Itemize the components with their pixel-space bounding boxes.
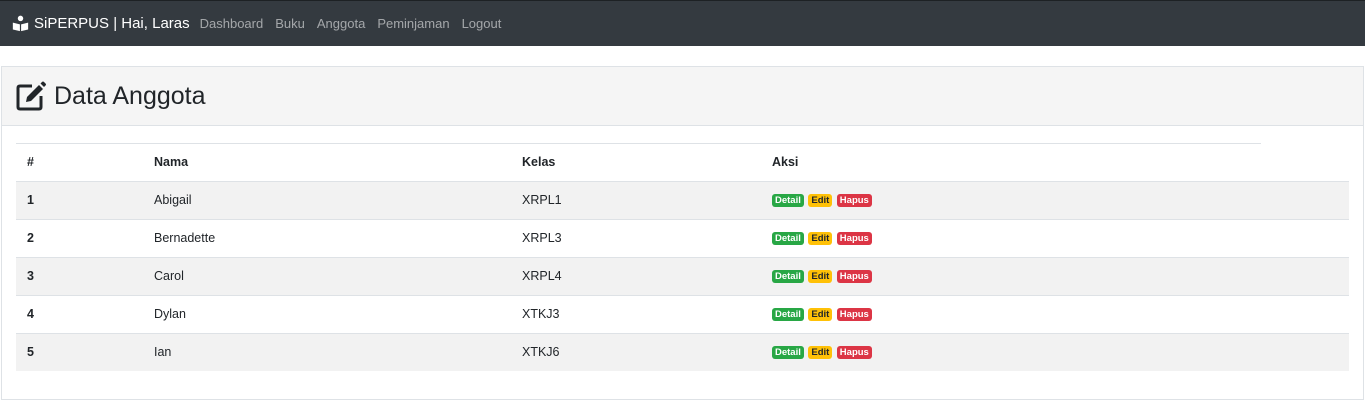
table-row: 3 Carol XRPL4 Detail Edit Hapus bbox=[16, 256, 1349, 295]
hapus-button[interactable]: Hapus bbox=[836, 346, 872, 360]
row-nama: Abigail bbox=[143, 180, 511, 219]
row-kelas: XRPL3 bbox=[511, 218, 761, 257]
row-kelas: XRPL4 bbox=[511, 256, 761, 295]
table-row: 2 Bernadette XRPL3 Detail Edit Hapus bbox=[16, 218, 1349, 257]
edit-button[interactable]: Edit bbox=[808, 346, 833, 360]
hapus-button[interactable]: Hapus bbox=[836, 194, 872, 208]
edit-button[interactable]: Edit bbox=[808, 232, 833, 246]
row-number: 3 bbox=[16, 256, 143, 295]
row-number: 1 bbox=[16, 180, 143, 219]
detail-button[interactable]: Detail bbox=[772, 308, 804, 322]
header-no: # bbox=[16, 143, 143, 182]
card-header: Data Anggota bbox=[2, 67, 1363, 126]
reader-icon bbox=[12, 15, 29, 32]
row-kelas: XTKJ6 bbox=[511, 332, 761, 371]
row-number: 2 bbox=[16, 218, 143, 257]
row-actions: Detail Edit Hapus bbox=[761, 180, 1349, 219]
detail-button[interactable]: Detail bbox=[772, 194, 804, 208]
header-kelas: Kelas bbox=[511, 143, 761, 182]
hapus-button[interactable]: Hapus bbox=[836, 232, 872, 246]
row-kelas: XRPL1 bbox=[511, 180, 761, 219]
anggota-card: Data Anggota # Nama Kelas Aksi 1 Abigail… bbox=[1, 66, 1364, 400]
table-row: 5 Ian XTKJ6 Detail Edit Hapus bbox=[16, 332, 1349, 371]
nav-anggota[interactable]: Anggota bbox=[317, 16, 365, 31]
edit-button[interactable]: Edit bbox=[808, 270, 833, 284]
row-actions: Detail Edit Hapus bbox=[761, 332, 1349, 371]
row-number: 4 bbox=[16, 294, 143, 333]
detail-button[interactable]: Detail bbox=[772, 346, 804, 360]
nav-dashboard[interactable]: Dashboard bbox=[200, 16, 264, 31]
header-nama: Nama bbox=[143, 143, 511, 182]
edit-icon bbox=[16, 81, 46, 111]
detail-button[interactable]: Detail bbox=[772, 270, 804, 284]
edit-button[interactable]: Edit bbox=[808, 194, 833, 208]
anggota-table: # Nama Kelas Aksi 1 Abigail XRPL1 Detail… bbox=[16, 143, 1349, 371]
navbar: SiPERPUS | Hai, Laras Dashboard Buku Ang… bbox=[0, 0, 1365, 46]
row-nama: Ian bbox=[143, 332, 511, 371]
row-nama: Bernadette bbox=[143, 218, 511, 257]
brand-text: SiPERPUS | Hai, Laras bbox=[34, 15, 190, 32]
row-nama: Carol bbox=[143, 256, 511, 295]
nav-logout[interactable]: Logout bbox=[462, 16, 502, 31]
header-aksi: Aksi bbox=[761, 143, 1349, 182]
hapus-button[interactable]: Hapus bbox=[836, 270, 872, 284]
page-title: Data Anggota bbox=[54, 81, 206, 110]
table-row: 1 Abigail XRPL1 Detail Edit Hapus bbox=[16, 180, 1349, 219]
edit-button[interactable]: Edit bbox=[808, 308, 833, 322]
table-row: 4 Dylan XTKJ3 Detail Edit Hapus bbox=[16, 294, 1349, 333]
row-number: 5 bbox=[16, 332, 143, 371]
nav-buku[interactable]: Buku bbox=[275, 16, 305, 31]
row-nama: Dylan bbox=[143, 294, 511, 333]
table-header-row: # Nama Kelas Aksi bbox=[16, 143, 1349, 182]
nav-peminjaman[interactable]: Peminjaman bbox=[377, 16, 449, 31]
row-actions: Detail Edit Hapus bbox=[761, 218, 1349, 257]
hapus-button[interactable]: Hapus bbox=[836, 308, 872, 322]
row-kelas: XTKJ3 bbox=[511, 294, 761, 333]
navbar-brand[interactable]: SiPERPUS | Hai, Laras bbox=[12, 15, 190, 32]
row-actions: Detail Edit Hapus bbox=[761, 256, 1349, 295]
row-actions: Detail Edit Hapus bbox=[761, 294, 1349, 333]
detail-button[interactable]: Detail bbox=[772, 232, 804, 246]
